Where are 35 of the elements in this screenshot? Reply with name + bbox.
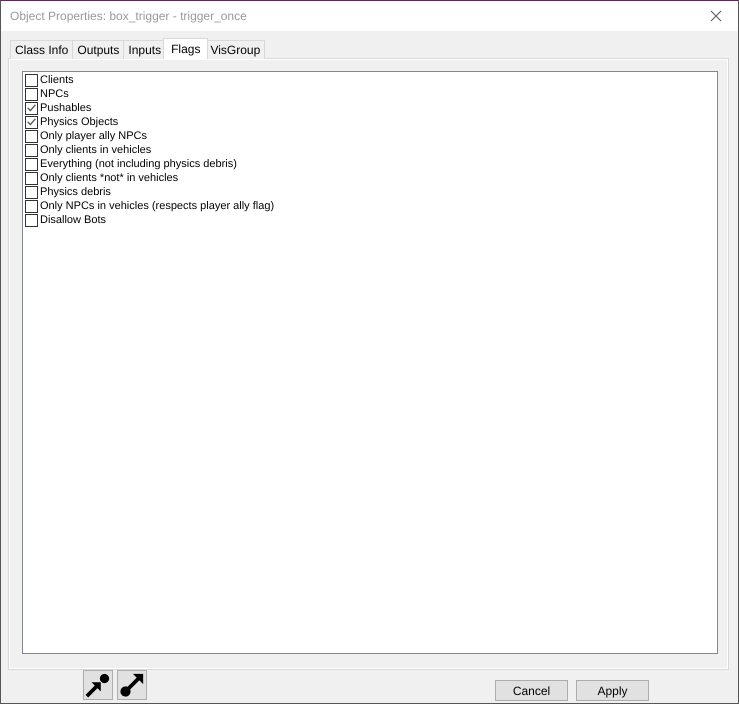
tab[interactable]: Flags [163,38,208,59]
checkbox-label[interactable]: Only NPCs in vehicles (respects player ally flag) [40,199,274,213]
checkbox-label[interactable]: Pushables [40,101,92,115]
dot-to-arrow-button[interactable] [117,670,147,700]
checkbox[interactable] [25,130,38,142]
checkbox[interactable] [25,116,38,128]
checkbox[interactable] [25,214,38,226]
close-icon [710,10,722,22]
checkbox[interactable] [25,200,38,212]
arrow-to-dot-icon [85,672,111,698]
checkbox[interactable] [25,144,38,156]
checkbox[interactable] [25,88,38,100]
checkbox-label[interactable]: Physics Objects [40,115,118,129]
checkbox[interactable] [25,158,38,170]
checkbox-label[interactable]: Physics debris [40,185,111,199]
close-button[interactable] [710,10,722,22]
dialog-button[interactable]: Cancel [495,680,568,701]
checkbox[interactable] [25,186,38,198]
checkbox-label[interactable]: Only clients in vehicles [40,143,152,157]
tab[interactable]: Outputs [72,40,124,59]
checkbox-label[interactable]: Everything (not including physics debris) [40,157,237,171]
dialog-button[interactable]: Apply [576,680,649,701]
checkbox[interactable] [25,172,38,184]
window-title: Object Properties: box_trigger - trigger_once [10,9,247,23]
checkbox[interactable] [25,102,38,114]
checkbox-label[interactable]: Clients [40,73,74,87]
dot-to-arrow-icon [119,672,145,698]
checkbox-label[interactable]: NPCs [40,87,69,101]
checkbox-label[interactable]: Only player ally NPCs [40,129,147,143]
checkbox-label[interactable]: Only clients *not* in vehicles [40,171,178,185]
tab[interactable]: Class Info [10,40,74,59]
tab[interactable]: VisGroup [205,40,266,59]
checkbox[interactable] [25,74,38,86]
arrow-to-dot-button[interactable] [83,670,113,700]
checkbox-label[interactable]: Disallow Bots [40,213,106,227]
